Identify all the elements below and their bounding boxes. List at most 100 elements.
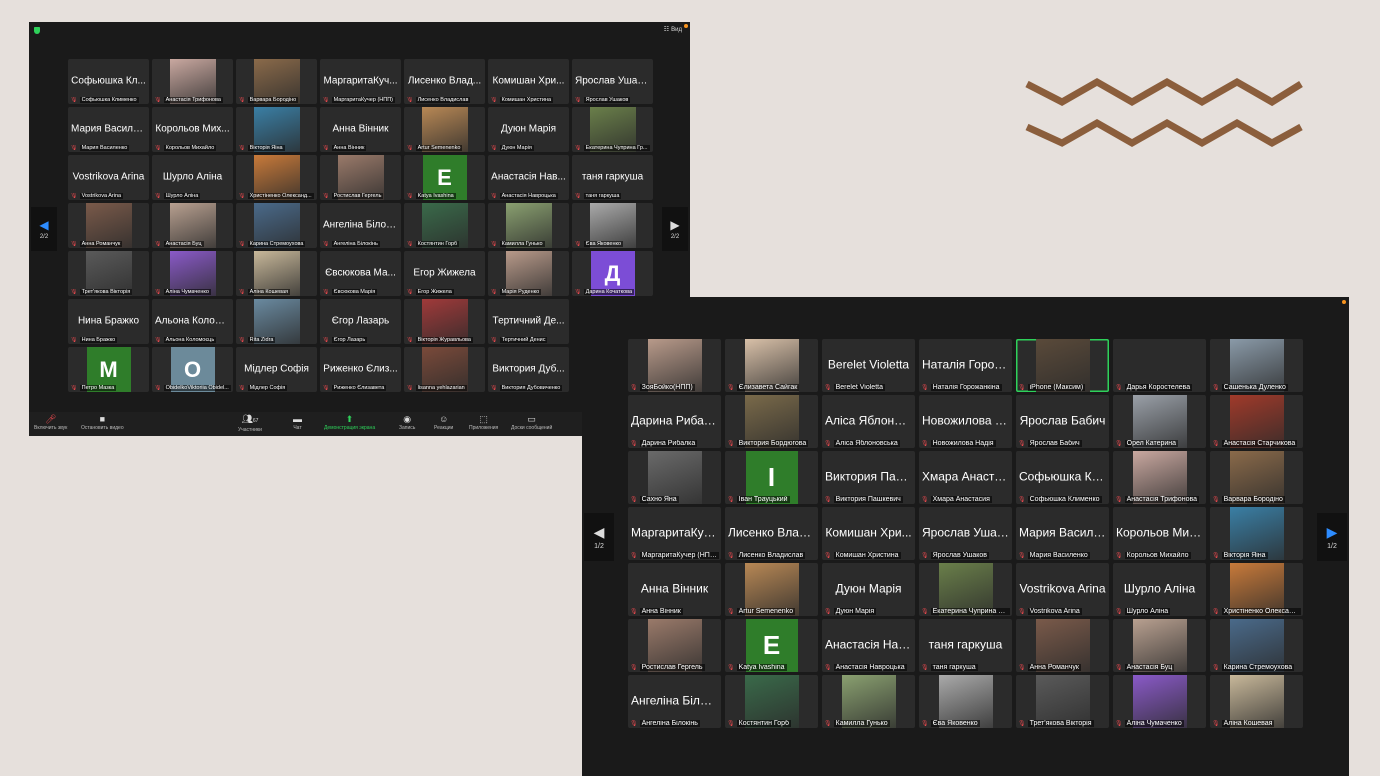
participant-tile[interactable]: Тертичний Де... 🎙︎ Тертичний Денис [488,299,569,344]
participant-tile[interactable]: 🎙︎ lisanna yehlazarian [404,347,485,392]
participant-tile[interactable]: Софьюшка Кл... 🎙︎ Софьюшка Клименко [1016,451,1109,504]
participant-tile[interactable]: 🎙︎ Дарья Коростелева [1113,339,1206,392]
participant-tile[interactable]: Мідлер Софія 🎙︎ Мідлер Софія [236,347,317,392]
participant-tile[interactable]: Анна Вінник 🎙︎ Анна Вінник [320,107,401,152]
participant-tile[interactable]: 🎙︎ Аліна Кошевая [1210,675,1303,728]
participant-tile[interactable]: 🎙︎ Анастасія Буц [152,203,233,248]
participant-tile[interactable]: 🎙︎ Єва Яковенко [919,675,1012,728]
unmute-button[interactable]: 🎤︎ Включить звук [34,414,67,431]
page-next-button[interactable]: ▶ 1/2 [1317,512,1347,561]
participant-tile[interactable]: Ярослав Ушак... 🎙︎ Ярослав Ушаков [919,507,1012,560]
participant-tile[interactable]: Шурло Аліна 🎙︎ Шурло Аліна [1113,563,1206,616]
participant-tile[interactable]: 🎙︎ Христіненко Олександ... [1210,563,1303,616]
participant-tile[interactable]: 🎙︎ Костянтин Горб [725,675,818,728]
participant-tile[interactable]: Новожилова Н... 🎙︎ Новожилова Надія [919,395,1012,448]
participant-tile[interactable]: Ярослав Ушак... 🎙︎ Ярослав Ушаков [572,59,653,104]
participant-tile[interactable]: 🎙︎ Анастасія Трифонова [1113,451,1206,504]
participant-tile[interactable]: МаргаритаКуч... 🎙︎ МаргаритаКучер (НПП) [628,507,721,560]
reactions-button[interactable]: ☺ Реакции [434,414,453,431]
participant-tile[interactable]: Євсюкова Ма... 🎙︎ Євсюкова Марія [320,251,401,296]
participant-tile[interactable]: 🎙︎ Варвара Бородіно [236,59,317,104]
participant-tile[interactable]: Комишан Хри... 🎙︎ Комишан Христина [822,507,915,560]
participant-tile[interactable]: 🎙︎ Rita Zidra [236,299,317,344]
participant-tile[interactable]: 🎙︎ Камилла Гунько [488,203,569,248]
participant-tile[interactable]: таня гаркуша 🎙︎ таня гаркуша [919,619,1012,672]
participant-tile[interactable]: 🎙︎ Artur Semenenko [725,563,818,616]
chat-button[interactable]: ▬ Чат [293,414,302,431]
participant-tile[interactable]: 🎙︎ Екатерина Чуприна Гр... [572,107,653,152]
participant-tile[interactable]: Софьюшка Кл... 🎙︎ Софьюшка Клименко [68,59,149,104]
participant-tile[interactable]: Корольов Мих... 🎙︎ Корольов Михайло [1113,507,1206,560]
participant-tile[interactable]: Vostrikova Arina 🎙︎ Vostrikova Arina [1016,563,1109,616]
participant-tile[interactable]: Анастасія Нав... 🎙︎ Анастасія Навроцька [822,619,915,672]
participant-tile[interactable]: Ярослав Бабич 🎙︎ Ярослав Бабич [1016,395,1109,448]
participant-tile[interactable]: 🎙︎ Анастасія Трифонова [152,59,233,104]
participant-tile[interactable]: 🎙︎ Орел Катерина [1113,395,1206,448]
participant-tile[interactable]: Корольов Мих... 🎙︎ Корольов Михайло [152,107,233,152]
participant-tile[interactable]: 🎙︎ ЗояБойко(НПП) [628,339,721,392]
participant-tile[interactable]: 🎙︎ Трет'якова Вікторія [1016,675,1109,728]
share-screen-button[interactable]: ⬆ Демонстрация экрана [324,414,375,431]
participant-tile[interactable]: Дуюн Марія 🎙︎ Дуюн Марія [822,563,915,616]
participant-tile[interactable]: Ангеліна Білок... 🎙︎ Ангеліна Білокінь [320,203,401,248]
participant-tile[interactable]: Виктория Дуб... 🎙︎ Виктория Дубовиченко [488,347,569,392]
participant-tile[interactable]: 🎙︎ Вікторія Яіна [1210,507,1303,560]
participant-tile[interactable]: 🎙︎ Костянтин Горб [404,203,485,248]
participant-tile[interactable]: 🎙︎ Artur Semenenko [404,107,485,152]
participant-tile[interactable]: 🎙︎ Аліна Чумаченко [152,251,233,296]
participant-tile[interactable]: 🎙︎ Анастасія Буц [1113,619,1206,672]
participant-tile[interactable]: E 🎙︎ Katya Ivashina [404,155,485,200]
participant-tile[interactable]: 🎙︎ Аліна Чумаченко [1113,675,1206,728]
page-next-button[interactable]: ▶ 2/2 [662,207,688,251]
stop-video-button[interactable]: ■ Остановить видео [81,414,124,431]
participant-tile[interactable]: 🎙︎ Трет'якова Вікторія [68,251,149,296]
participant-tile[interactable]: 🎙︎ Карина Стремоухова [236,203,317,248]
participant-tile[interactable]: Анна Вінник 🎙︎ Анна Вінник [628,563,721,616]
participant-tile[interactable]: Лисенко Влад... 🎙︎ Лисенко Владислав [725,507,818,560]
participant-tile[interactable]: 🎙︎ Ростислав Гергель [628,619,721,672]
participant-tile[interactable]: O 🎙︎ ObidelkoViktoriia Obidel... [152,347,233,392]
participant-tile[interactable]: 🎙︎ Ростислав Гергель [320,155,401,200]
participant-tile[interactable]: M 🎙︎ Петро Мазка [68,347,149,392]
participant-tile[interactable]: Д 🎙︎ Дарина Кочаткова [572,251,653,296]
participant-tile[interactable]: 🎙︎ Христіненко Олександ... [236,155,317,200]
participant-tile[interactable]: Риженко Єлиз... 🎙︎ Риженко Єлизавета [320,347,401,392]
participant-tile[interactable]: Лисенко Влад... 🎙︎ Лисенко Владислав [404,59,485,104]
participant-tile[interactable]: 🎙︎ Камилла Гунько [822,675,915,728]
participant-tile[interactable]: Виктория Паш... 🎙︎ Виктория Пашкевич [822,451,915,504]
participants-button[interactable]: 👥︎67 Участники [238,414,262,433]
page-prev-button[interactable]: ◀ 1/2 [584,512,614,561]
participant-tile[interactable]: Єгор Лазарь 🎙︎ Єгор Лазарь [320,299,401,344]
participant-tile[interactable]: Анастасія Нав... 🎙︎ Анастасія Навроцька [488,155,569,200]
apps-button[interactable]: ⬚ Приложения [469,414,498,431]
participant-tile[interactable]: Аліса Яблонов... 🎙︎ Аліса Яблоновська [822,395,915,448]
participant-tile[interactable]: Мария Василе... 🎙︎ Мария Василенко [68,107,149,152]
whiteboards-button[interactable]: ▭ Доски сообщений [511,414,552,431]
participant-tile[interactable]: 🎙︎ Анастасія Старчикова [1210,395,1303,448]
participant-tile[interactable]: I 🎙︎ Іван Трауцький [725,451,818,504]
participant-tile[interactable]: Егор Жижела 🎙︎ Егор Жижела [404,251,485,296]
participant-tile[interactable]: Мария Василе... 🎙︎ Мария Василенко [1016,507,1109,560]
participant-tile[interactable]: 🎙︎ Анна Романчук [68,203,149,248]
participant-tile[interactable]: Berelet Violetta 🎙︎ Berelet Violetta [822,339,915,392]
participant-tile[interactable]: 🎙︎ Анна Романчук [1016,619,1109,672]
participant-tile[interactable]: Наталія Горож... 🎙︎ Наталія Горожанкіна [919,339,1012,392]
participant-tile[interactable]: 🎙︎ Марія Руденко [488,251,569,296]
participant-tile[interactable]: Ангеліна Білок... 🎙︎ Ангеліна Білокінь [628,675,721,728]
participant-tile[interactable]: 🎙︎ iPhone (Максим) [1016,339,1109,392]
participant-tile[interactable]: Дарина Рибал... 🎙︎ Дарина Рибалка [628,395,721,448]
participant-tile[interactable]: Нина Бражко 🎙︎ Нина Бражко [68,299,149,344]
participant-tile[interactable]: 🎙︎ Аліна Кошевая [236,251,317,296]
participant-tile[interactable]: Хмара Анаста... 🎙︎ Хмара Анастасия [919,451,1012,504]
participant-tile[interactable]: 🎙︎ Вікторія Журавльова [404,299,485,344]
participant-tile[interactable]: 🎙︎ Варвара Бородіно [1210,451,1303,504]
page-prev-button[interactable]: ◀ 2/2 [31,207,57,251]
participant-tile[interactable]: 🎙︎ Виктория Бордюгова [725,395,818,448]
view-button[interactable]: ☷ Вид [664,26,682,34]
participant-tile[interactable]: Альона Колом... 🎙︎ Альона Коломоєць [152,299,233,344]
participant-tile[interactable]: Шурло Аліна 🎙︎ Шурло Аліна [152,155,233,200]
participant-tile[interactable]: E 🎙︎ Katya Ivashina [725,619,818,672]
record-button[interactable]: ◉ Запись [399,414,415,431]
participant-tile[interactable]: МаргаритаКуч... 🎙︎ МаргаритаКучер (НПП) [320,59,401,104]
participant-tile[interactable]: таня гаркуша 🎙︎ таня гаркуша [572,155,653,200]
